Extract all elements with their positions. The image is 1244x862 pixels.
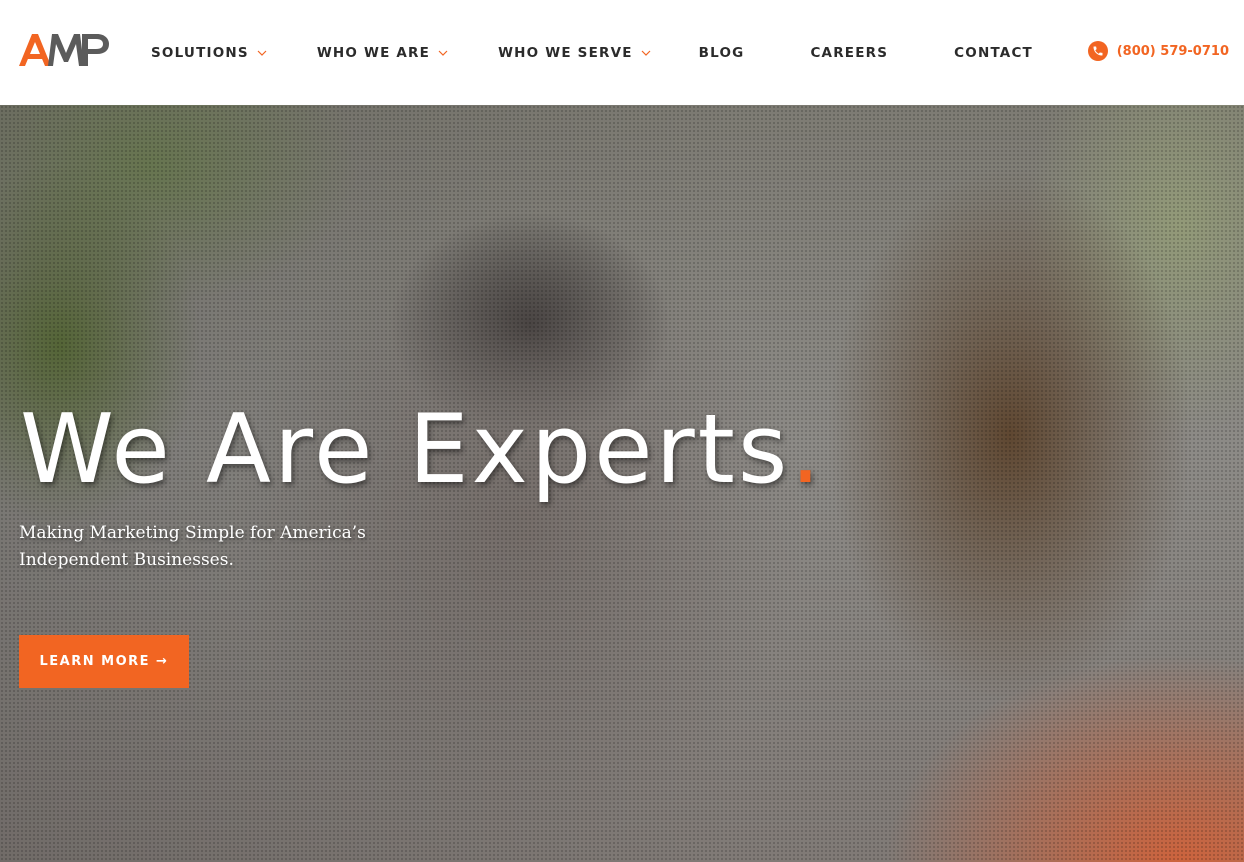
nav-who-we-are-label: WHO WE ARE	[316, 44, 431, 61]
nav-who-we-serve-label: WHO WE SERVE	[498, 44, 633, 61]
phone-number: (800) 579-0710	[1116, 43, 1229, 59]
hero-title-text: We Are Experts	[20, 395, 791, 505]
hero-title-dot: .	[790, 395, 824, 505]
nav-who-we-serve[interactable]: WHO WE SERVE	[498, 45, 651, 61]
main-nav: SOLUTIONS WHO WE ARE WHO WE SERVE BLOG C…	[151, 0, 1033, 105]
amp-logo-mark	[19, 34, 109, 66]
nav-contact[interactable]: CONTACT	[954, 45, 1033, 61]
amp-logo[interactable]	[19, 31, 109, 69]
site-header: SOLUTIONS WHO WE ARE WHO WE SERVE BLOG C…	[0, 0, 1244, 105]
nav-careers[interactable]: CAREERS	[810, 45, 888, 61]
nav-solutions[interactable]: SOLUTIONS	[151, 45, 267, 61]
learn-more-button[interactable]: LEARN MORE →	[19, 635, 189, 688]
nav-careers-label: CAREERS	[810, 44, 889, 61]
hero-title: We Are Experts.	[20, 395, 824, 505]
hero-subtitle: Making Marketing Simple for America’s In…	[19, 523, 366, 570]
nav-who-we-are[interactable]: WHO WE ARE	[317, 45, 448, 61]
chevron-down-icon	[257, 50, 267, 56]
nav-solutions-label: SOLUTIONS	[151, 44, 249, 61]
chevron-down-icon	[438, 50, 448, 56]
nav-contact-label: CONTACT	[954, 44, 1033, 61]
nav-blog-label: BLOG	[698, 44, 745, 61]
phone-icon	[1087, 41, 1108, 61]
phone-link[interactable]: (800) 579-0710	[1087, 41, 1229, 61]
hero-section: We Are Experts. Making Marketing Simple …	[0, 105, 1244, 862]
nav-blog[interactable]: BLOG	[699, 45, 745, 61]
chevron-down-icon	[641, 50, 651, 56]
